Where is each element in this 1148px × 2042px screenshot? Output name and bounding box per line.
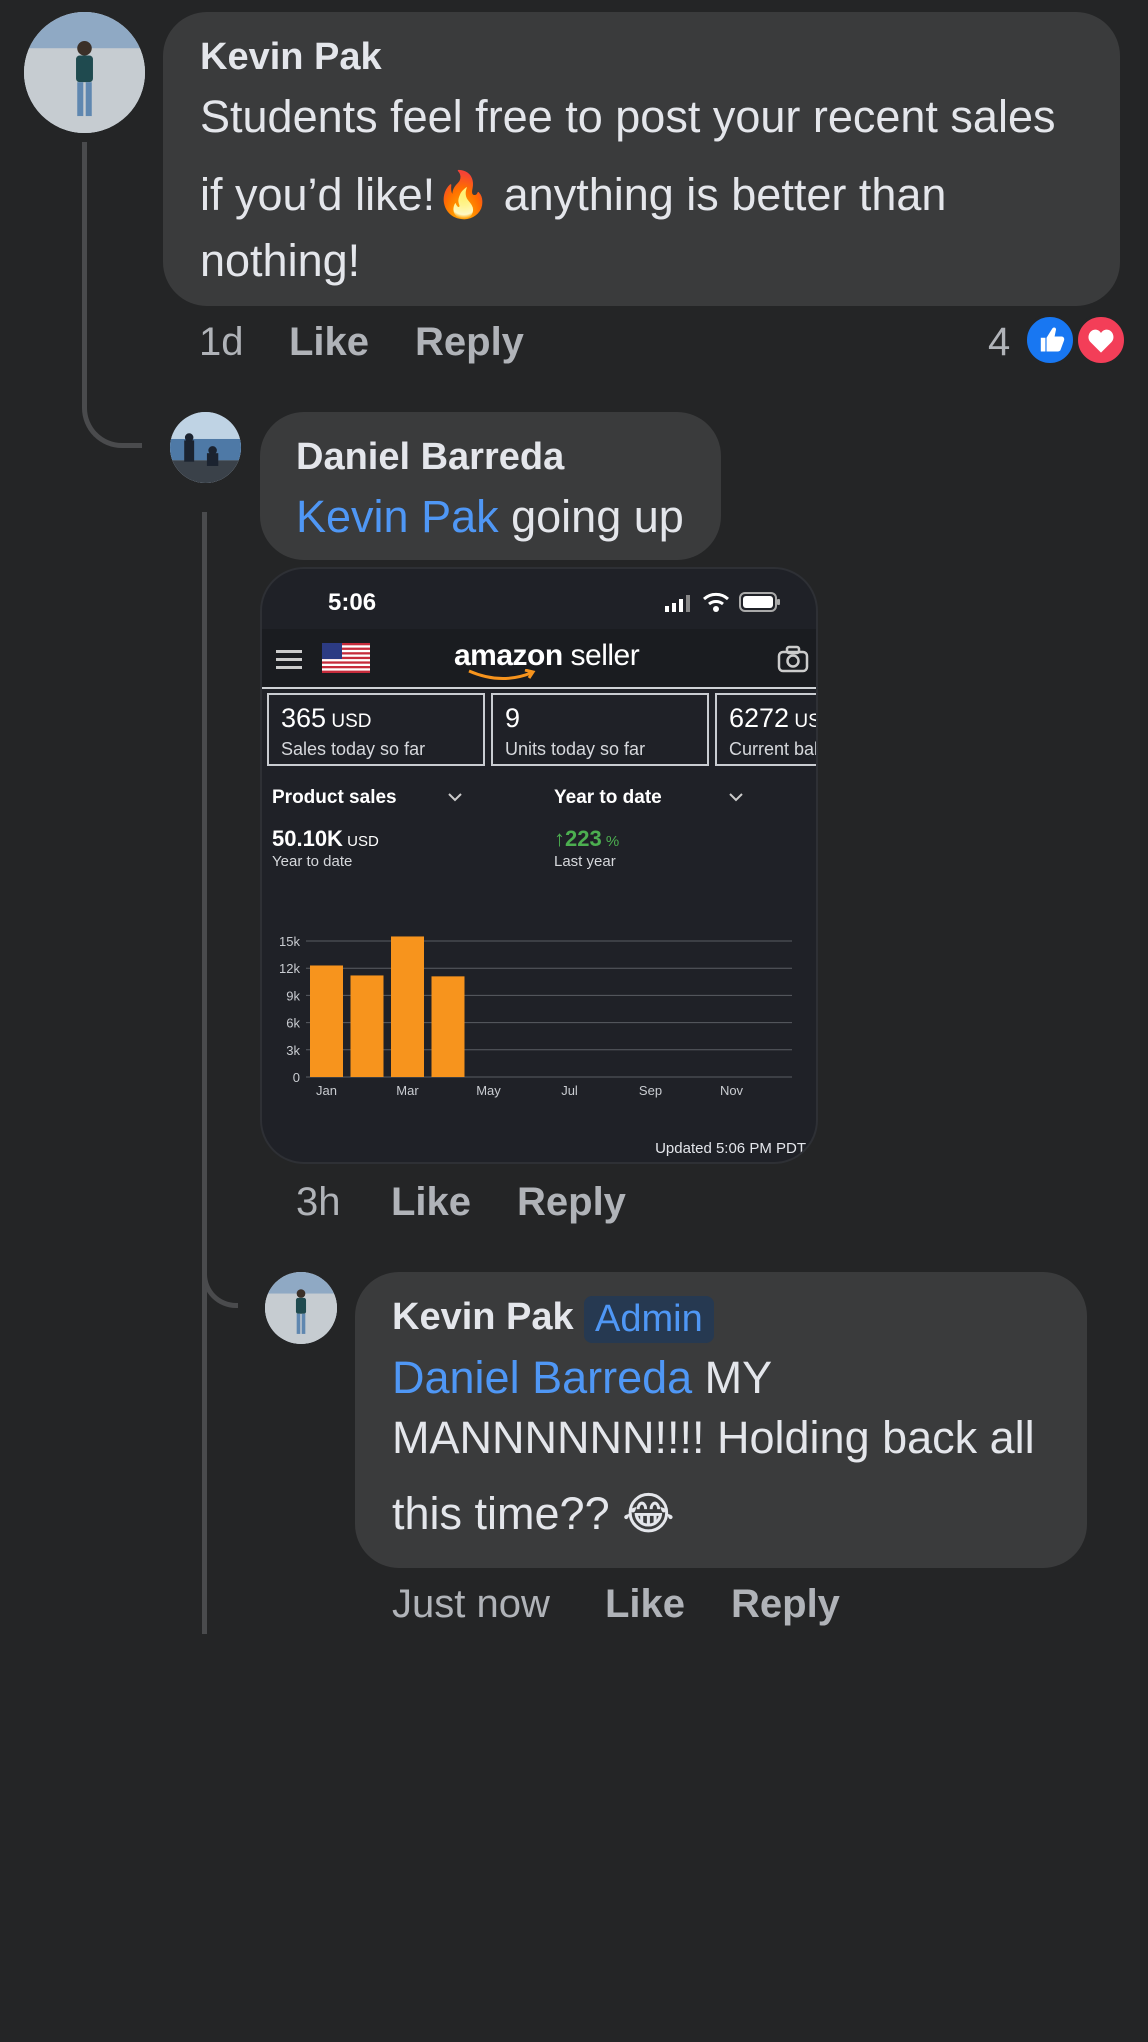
avatar-photo bbox=[170, 412, 241, 483]
avatar[interactable] bbox=[24, 12, 145, 133]
camera-icon[interactable] bbox=[777, 645, 809, 673]
comment-text-body: MY bbox=[692, 1352, 773, 1403]
comment-text-line: Students feel free to post your recent s… bbox=[200, 91, 1056, 142]
comment-timestamp: 1d bbox=[199, 320, 244, 364]
stat-value: 6272 USD bbox=[729, 703, 816, 733]
total-sales-value: 50.10K USD bbox=[272, 826, 379, 851]
stat-card[interactable]: 6272 USD Current balance bbox=[715, 693, 818, 766]
admin-badge: Admin bbox=[584, 1296, 714, 1343]
like-icon[interactable] bbox=[1024, 314, 1076, 366]
comment-timestamp: Just now bbox=[392, 1582, 550, 1626]
x-tick-label: Jan bbox=[316, 1083, 337, 1098]
change-value: ↑223 % bbox=[554, 826, 620, 851]
avatar[interactable] bbox=[265, 1272, 337, 1344]
x-tick-label: May bbox=[476, 1083, 501, 1098]
app-nav-bar: amazon seller bbox=[262, 629, 816, 689]
signal-icon bbox=[665, 595, 690, 612]
comment-text: Kevin Pak going up bbox=[296, 484, 684, 550]
stat-card[interactable]: 365 USD Sales today so far bbox=[267, 693, 485, 766]
y-tick-label: 3k bbox=[286, 1043, 300, 1058]
like-button[interactable]: Like bbox=[289, 320, 369, 365]
like-button[interactable]: Like bbox=[391, 1180, 471, 1225]
comment-timestamp: 3h bbox=[296, 1180, 341, 1224]
reply-button[interactable]: Reply bbox=[517, 1180, 626, 1225]
x-tick-label: Sep bbox=[639, 1083, 662, 1098]
avatar-photo bbox=[24, 12, 145, 133]
attached-screenshot[interactable]: 5:06 amazon seller 365 USD Sales today s… bbox=[260, 567, 818, 1164]
like-button[interactable]: Like bbox=[605, 1582, 685, 1627]
battery-icon bbox=[739, 592, 780, 612]
comment-text-line: this time?? 😂 bbox=[392, 1488, 675, 1539]
x-tick-label: Nov bbox=[720, 1083, 744, 1098]
comment-text-line: nothing! bbox=[200, 235, 361, 286]
y-tick-label: 15k bbox=[279, 934, 300, 949]
status-time: 5:06 bbox=[328, 589, 377, 616]
mention-link[interactable]: Daniel Barreda bbox=[392, 1352, 692, 1403]
logo-word-amazon: amazon bbox=[454, 639, 563, 672]
mention-link[interactable]: Kevin Pak bbox=[296, 491, 499, 542]
stat-value: 9 bbox=[505, 703, 521, 733]
stat-label: Current balance bbox=[729, 739, 818, 759]
us-flag-icon[interactable] bbox=[322, 643, 370, 673]
stat-value: 365 USD bbox=[281, 703, 372, 733]
y-tick-label: 0 bbox=[293, 1070, 300, 1085]
period-selector[interactable]: Year to date bbox=[554, 787, 662, 809]
x-tick-label: Jul bbox=[561, 1083, 578, 1098]
y-tick-label: 12k bbox=[279, 961, 300, 976]
metric-selector[interactable]: Product sales bbox=[272, 787, 397, 809]
arrow-up-icon: ↑ bbox=[554, 826, 565, 851]
change-sub: Last year bbox=[554, 853, 616, 870]
menu-icon[interactable] bbox=[276, 648, 304, 670]
bar bbox=[391, 936, 424, 1077]
logo-word-seller: seller bbox=[562, 639, 640, 672]
sales-bar-chart: 0 3k 6k 9k 12k 15k Jan Mar May Jul Sep Nov bbox=[279, 934, 792, 1098]
comment-author[interactable]: Kevin Pak bbox=[392, 1296, 574, 1339]
reply-button[interactable]: Reply bbox=[415, 320, 524, 365]
x-tick-label: Mar bbox=[396, 1083, 419, 1098]
app-logo: amazon seller bbox=[454, 639, 640, 673]
comment-text-line: MANNNNNN!!!! Holding back all bbox=[392, 1412, 1035, 1463]
y-tick-label: 9k bbox=[286, 988, 300, 1003]
reply-button[interactable]: Reply bbox=[731, 1582, 840, 1627]
love-icon[interactable] bbox=[1075, 314, 1127, 366]
total-sales-sub: Year to date bbox=[272, 853, 353, 870]
thread-line-1 bbox=[82, 142, 142, 448]
chevron-down-icon[interactable] bbox=[728, 791, 744, 803]
wifi-icon bbox=[703, 592, 729, 612]
thread-line-3 bbox=[202, 1236, 238, 1308]
reaction-count[interactable]: 4 bbox=[988, 320, 1010, 365]
comment-author[interactable]: Kevin Pak bbox=[200, 36, 382, 79]
bar bbox=[431, 976, 465, 1077]
comment-text-line: if you’d like!🔥 anything is better than bbox=[200, 169, 947, 220]
comment-author[interactable]: Daniel Barreda bbox=[296, 436, 564, 479]
thread-line-2 bbox=[202, 512, 207, 1634]
avatar-photo bbox=[265, 1272, 337, 1344]
comment-text-body: going up bbox=[498, 491, 684, 542]
avatar[interactable] bbox=[170, 412, 241, 483]
updated-timestamp: Updated 5:06 PM PDT bbox=[655, 1140, 806, 1157]
amazon-smile-icon bbox=[468, 669, 536, 681]
bar bbox=[310, 965, 343, 1077]
stat-label: Units today so far bbox=[505, 739, 646, 759]
y-tick-label: 6k bbox=[286, 1016, 300, 1031]
bar bbox=[350, 975, 384, 1077]
stat-card[interactable]: 9 Units today so far bbox=[491, 693, 709, 766]
chevron-down-icon[interactable] bbox=[447, 791, 463, 803]
comment-text-line: Daniel Barreda MY bbox=[392, 1345, 772, 1411]
stat-label: Sales today so far bbox=[281, 739, 426, 759]
